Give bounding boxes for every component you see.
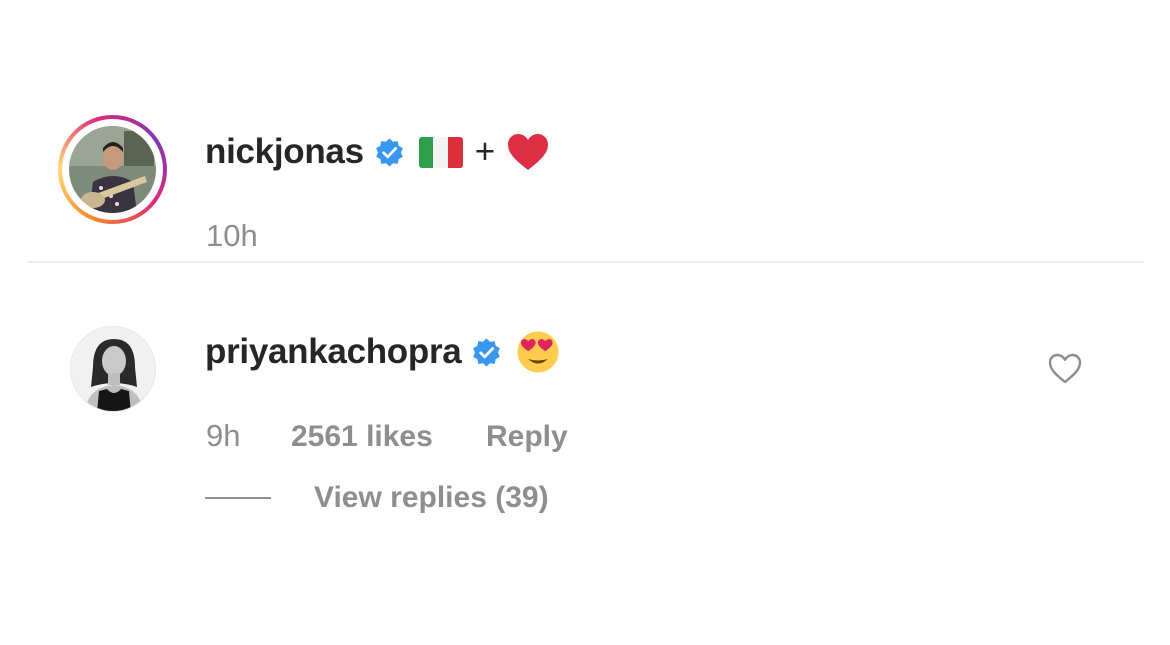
caption-line: nickjonas + [205, 130, 549, 174]
replies-connector-line [205, 497, 271, 499]
caption-text: + [415, 132, 549, 172]
comment-username[interactable]: priyankachopra [205, 332, 462, 372]
comment-line: priyankachopra [205, 330, 560, 374]
heart-eyes-emoji-icon [516, 330, 560, 374]
verified-badge-icon [374, 137, 405, 168]
heart-outline-icon[interactable] [1047, 352, 1083, 385]
avatar-nickjonas[interactable] [69, 126, 156, 213]
caption-plus: + [474, 132, 496, 171]
divider [27, 261, 1144, 263]
caption-timestamp: 10h [206, 218, 258, 253]
post-caption: nickjonas + 10h [0, 0, 1170, 262]
comment-timestamp: 9h [206, 418, 241, 453]
red-heart-icon [507, 133, 549, 171]
avatar-priyankachopra[interactable] [70, 326, 156, 412]
comment-likes-count[interactable]: 2561 likes [291, 420, 433, 454]
italy-flag-icon [418, 136, 463, 168]
reply-button[interactable]: Reply [486, 420, 568, 454]
verified-badge-icon [471, 337, 502, 368]
caption-username[interactable]: nickjonas [205, 132, 364, 172]
view-replies-button[interactable]: View replies (39) [314, 481, 549, 515]
